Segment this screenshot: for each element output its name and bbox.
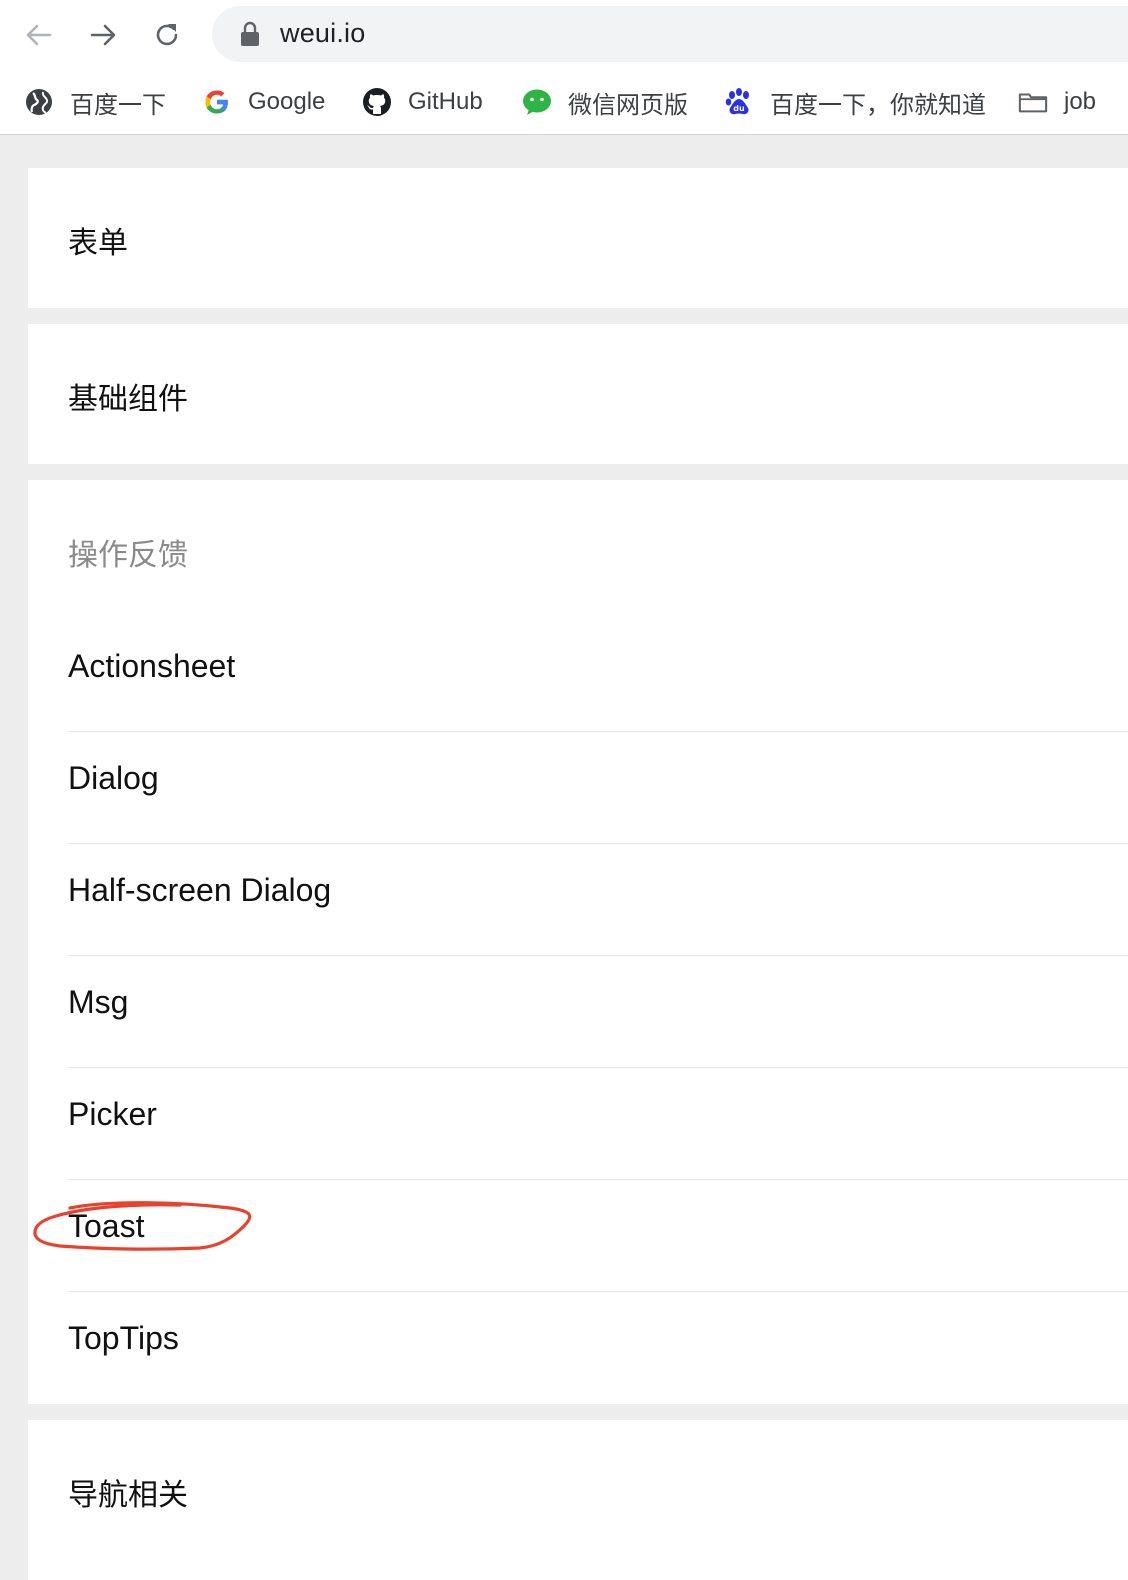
section-title[interactable]: 操作反馈 [68,530,188,574]
list-item-label: Toast [68,1208,145,1244]
wechat-icon [522,87,552,117]
section-title: 基础组件 [68,382,188,417]
list-item-toast[interactable]: Toast [68,1180,1128,1292]
baidu-paw-icon: du [724,87,754,117]
section-form[interactable]: 表单 [28,168,1128,308]
reload-icon [156,24,178,46]
google-icon [202,87,232,117]
section-navigation[interactable]: 导航相关 [28,1420,1128,1580]
bookmark-baidu[interactable]: 百度一下 [24,78,166,126]
folder-icon [1018,87,1048,117]
list-item-label: Half-screen Dialog [68,872,332,908]
browser-toolbar: weui.io 百度一下 Google GitHub 微信网页版 du 百度一下… [0,0,1128,135]
list-item-label: Picker [68,1096,157,1132]
svg-text:du: du [733,104,745,113]
section-title: 表单 [68,226,128,261]
list-item-toptips[interactable]: TopTips [68,1292,1128,1404]
bookmark-wechat[interactable]: 微信网页版 [522,78,688,126]
bookmark-label: 微信网页版 [568,91,688,119]
list-item-half-screen-dialog[interactable]: Half-screen Dialog [68,844,1128,956]
bookmark-label: Google [248,88,326,115]
list-item-picker[interactable]: Picker [68,1068,1128,1180]
bookmark-baidu-home[interactable]: du 百度一下，你就知道 [724,78,986,126]
bookmark-folder-job[interactable]: job [1018,78,1096,126]
arrow-left-icon [26,24,52,46]
list-item-dialog[interactable]: Dialog [68,732,1128,844]
bookmark-label: job [1064,88,1097,115]
globe-icon [24,87,54,117]
section-title: 导航相关 [68,1478,188,1513]
arrow-right-icon [90,24,116,46]
list-item-actionsheet[interactable]: Actionsheet [68,620,1128,732]
address-bar[interactable]: weui.io [212,6,1128,62]
lock-icon [241,21,259,46]
section-basic-components[interactable]: 基础组件 [28,324,1128,464]
bookmark-label: 百度一下，你就知道 [770,91,986,119]
bookmark-label: 百度一下 [70,91,166,119]
github-icon [362,87,392,117]
bookmark-google[interactable]: Google [202,78,325,126]
url-text: weui.io [280,18,366,48]
bookmark-github[interactable]: GitHub [362,78,483,126]
back-button[interactable] [18,14,60,56]
reload-button[interactable] [146,14,188,56]
list-item-msg[interactable]: Msg [68,956,1128,1068]
list-item-label: Actionsheet [68,648,236,684]
section-feedback: 操作反馈 Actionsheet Dialog Half-screen Dial… [28,480,1128,1404]
bookmark-label: GitHub [408,88,483,115]
list-item-label: Dialog [68,760,159,796]
list-item-label: Msg [68,984,129,1020]
list-item-label: TopTips [68,1320,179,1356]
bookmarks-bar: 百度一下 Google GitHub 微信网页版 du 百度一下，你就知道 jo… [0,78,1128,126]
forward-button[interactable] [82,14,124,56]
